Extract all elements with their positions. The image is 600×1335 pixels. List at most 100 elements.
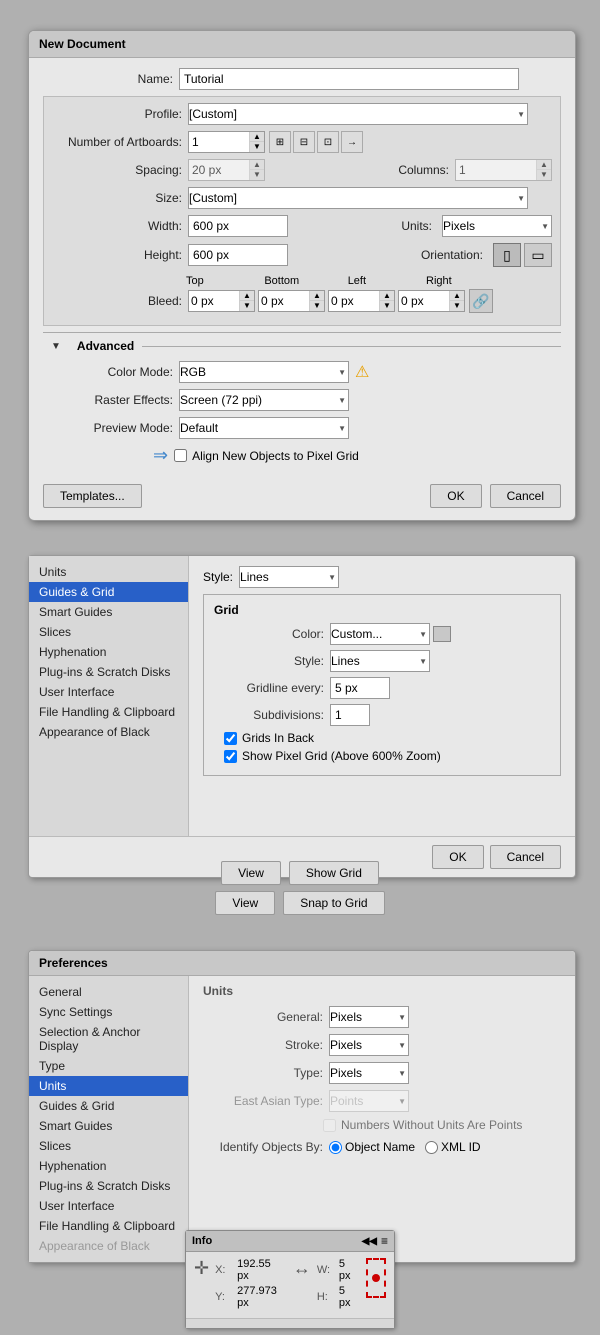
sidebar-item-guides-grid[interactable]: Guides & Grid bbox=[29, 582, 188, 602]
columns-spinbox[interactable]: ▲ ▼ bbox=[455, 159, 552, 181]
xml-id-radio-label[interactable]: XML ID bbox=[425, 1140, 481, 1154]
landscape-btn[interactable]: ▭ bbox=[524, 243, 552, 267]
size-select[interactable]: [Custom] bbox=[188, 187, 528, 209]
pref-sidebar-units[interactable]: Units bbox=[29, 1076, 188, 1096]
pref-sidebar-selection[interactable]: Selection & Anchor Display bbox=[29, 1022, 188, 1056]
gridline-input[interactable] bbox=[330, 677, 390, 699]
pref-sidebar-type[interactable]: Type bbox=[29, 1056, 188, 1076]
pref-sidebar-general[interactable]: General bbox=[29, 982, 188, 1002]
cancel-button[interactable]: Cancel bbox=[490, 484, 561, 508]
raster-effects-select[interactable]: Screen (72 ppi) bbox=[179, 389, 349, 411]
grid-color-select[interactable]: Custom... bbox=[330, 623, 430, 645]
grid-color-swatch[interactable] bbox=[433, 626, 451, 642]
bleed-right-up[interactable]: ▲ bbox=[450, 291, 464, 301]
sidebar-item-hyphenation[interactable]: Hyphenation bbox=[29, 642, 188, 662]
general-units-select[interactable]: Pixels bbox=[329, 1006, 409, 1028]
artboards-down-btn[interactable]: ▼ bbox=[250, 142, 264, 152]
bleed-link-btn[interactable]: 🔗 bbox=[469, 289, 493, 313]
pref-sidebar-appearance[interactable]: Appearance of Black bbox=[29, 1236, 188, 1256]
artboard-row-icon[interactable]: ⊟ bbox=[293, 131, 315, 153]
sidebar-item-slices[interactable]: Slices bbox=[29, 622, 188, 642]
name-input[interactable] bbox=[179, 68, 519, 90]
pref-sidebar-slices[interactable]: Slices bbox=[29, 1136, 188, 1156]
columns-up-btn[interactable]: ▲ bbox=[537, 160, 551, 170]
grid-color-row: Color: Custom... bbox=[214, 623, 550, 645]
show-pixel-grid-row: Show Pixel Grid (Above 600% Zoom) bbox=[224, 749, 550, 763]
subdivisions-input[interactable] bbox=[330, 704, 370, 726]
sidebar-item-appearance-black[interactable]: Appearance of Black bbox=[29, 722, 188, 742]
artboard-col-icon[interactable]: ⊡ bbox=[317, 131, 339, 153]
columns-input[interactable] bbox=[456, 160, 536, 180]
pref-sidebar-ui[interactable]: User Interface bbox=[29, 1196, 188, 1216]
show-grid-button[interactable]: Show Grid bbox=[289, 861, 379, 885]
units-select[interactable]: Pixels bbox=[442, 215, 552, 237]
profile-select[interactable]: [Custom] bbox=[188, 103, 528, 125]
pref-sidebar-guides-grid[interactable]: Guides & Grid bbox=[29, 1096, 188, 1116]
stroke-units-row: Stroke: Pixels bbox=[203, 1034, 522, 1056]
columns-label: Columns: bbox=[379, 163, 449, 177]
advanced-toggle[interactable]: ▼ bbox=[51, 341, 61, 352]
bleed-right-input[interactable] bbox=[399, 291, 449, 311]
bleed-top-up[interactable]: ▲ bbox=[240, 291, 254, 301]
view-button-1[interactable]: View bbox=[221, 861, 281, 885]
bleed-bottom-spinbox[interactable]: ▲ ▼ bbox=[258, 290, 325, 312]
info-panel-title: Info ◀◀ ≡ bbox=[186, 1231, 394, 1252]
bleed-top-spinbox[interactable]: ▲ ▼ bbox=[188, 290, 255, 312]
width-input[interactable] bbox=[188, 215, 288, 237]
portrait-btn[interactable]: ▯ bbox=[493, 243, 521, 267]
sidebar-item-smart-guides[interactable]: Smart Guides bbox=[29, 602, 188, 622]
bleed-bottom-up[interactable]: ▲ bbox=[310, 291, 324, 301]
bleed-bottom-input[interactable] bbox=[259, 291, 309, 311]
sidebar-item-plugins[interactable]: Plug-ins & Scratch Disks bbox=[29, 662, 188, 682]
east-asian-select[interactable]: Points bbox=[329, 1090, 409, 1112]
pref-sidebar-smart-guides[interactable]: Smart Guides bbox=[29, 1116, 188, 1136]
guides-style-select[interactable]: Lines bbox=[239, 566, 339, 588]
bleed-top-down[interactable]: ▼ bbox=[240, 301, 254, 311]
identify-label: Identify Objects By: bbox=[203, 1140, 323, 1154]
bleed-left-up[interactable]: ▲ bbox=[380, 291, 394, 301]
pref-sidebar-plugins[interactable]: Plug-ins & Scratch Disks bbox=[29, 1176, 188, 1196]
grid-style-select[interactable]: Lines bbox=[330, 650, 430, 672]
pref-sidebar-hyphenation[interactable]: Hyphenation bbox=[29, 1156, 188, 1176]
preview-mode-select[interactable]: Default bbox=[179, 417, 349, 439]
spacing-up-btn[interactable]: ▲ bbox=[250, 160, 264, 170]
grids-in-back-checkbox[interactable] bbox=[224, 732, 237, 745]
target-dot bbox=[372, 1274, 380, 1282]
artboards-spinbox[interactable]: ▲ ▼ bbox=[188, 131, 265, 153]
show-pixel-grid-checkbox[interactable] bbox=[224, 750, 237, 763]
artboards-up-btn[interactable]: ▲ bbox=[250, 132, 264, 142]
ok-button[interactable]: OK bbox=[430, 484, 481, 508]
artboards-input[interactable] bbox=[189, 132, 249, 152]
pref-sidebar-file[interactable]: File Handling & Clipboard bbox=[29, 1216, 188, 1236]
spacing-down-btn[interactable]: ▼ bbox=[250, 170, 264, 180]
bleed-right-down[interactable]: ▼ bbox=[450, 301, 464, 311]
view-button-2[interactable]: View bbox=[215, 891, 275, 915]
spacing-input[interactable] bbox=[189, 160, 249, 180]
bleed-right-spinbox[interactable]: ▲ ▼ bbox=[398, 290, 465, 312]
color-mode-select[interactable]: RGB bbox=[179, 361, 349, 383]
bleed-left-spinbox[interactable]: ▲ ▼ bbox=[328, 290, 395, 312]
height-input[interactable] bbox=[188, 244, 288, 266]
snap-to-grid-button[interactable]: Snap to Grid bbox=[283, 891, 384, 915]
artboard-grid-icon[interactable]: ⊞ bbox=[269, 131, 291, 153]
info-menu-icon[interactable]: ≡ bbox=[381, 1234, 388, 1248]
stroke-units-select[interactable]: Pixels bbox=[329, 1034, 409, 1056]
type-units-select[interactable]: Pixels bbox=[329, 1062, 409, 1084]
info-expand-icon[interactable]: ◀◀ bbox=[362, 1236, 377, 1247]
pref-sidebar-sync[interactable]: Sync Settings bbox=[29, 1002, 188, 1022]
sidebar-item-file-handling[interactable]: File Handling & Clipboard bbox=[29, 702, 188, 722]
bleed-top-input[interactable] bbox=[189, 291, 239, 311]
columns-down-btn[interactable]: ▼ bbox=[537, 170, 551, 180]
xml-id-radio[interactable] bbox=[425, 1141, 438, 1154]
artboard-arrange-icon[interactable]: → bbox=[341, 131, 363, 153]
sidebar-item-ui[interactable]: User Interface bbox=[29, 682, 188, 702]
templates-button[interactable]: Templates... bbox=[43, 484, 142, 508]
object-name-radio-label[interactable]: Object Name bbox=[329, 1140, 415, 1154]
bleed-left-input[interactable] bbox=[329, 291, 379, 311]
pixel-align-checkbox[interactable] bbox=[174, 449, 187, 462]
sidebar-item-units[interactable]: Units bbox=[29, 562, 188, 582]
spacing-spinbox[interactable]: ▲ ▼ bbox=[188, 159, 265, 181]
bleed-bottom-down[interactable]: ▼ bbox=[310, 301, 324, 311]
object-name-radio[interactable] bbox=[329, 1141, 342, 1154]
bleed-left-down[interactable]: ▼ bbox=[380, 301, 394, 311]
